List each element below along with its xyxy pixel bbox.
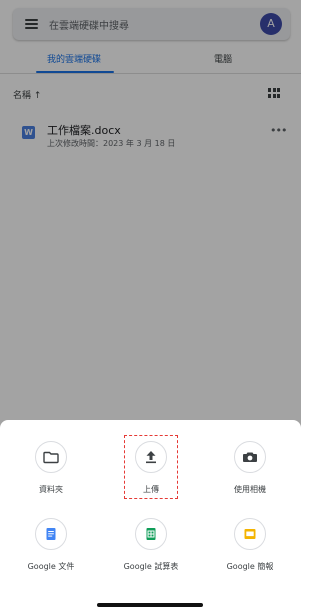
sheets-icon-circle — [135, 518, 167, 550]
sheets-label: Google 試算表 — [123, 562, 179, 571]
camera-label: 使用相機 — [234, 485, 266, 494]
new-google-doc-button[interactable]: Google 文件 — [6, 518, 96, 588]
docs-icon-circle — [35, 518, 67, 550]
docs-label: Google 文件 — [27, 562, 75, 571]
google-docs-icon — [46, 528, 56, 540]
create-new-bottom-sheet: 資料夾 上傳 使用相機 Google 文件 Google 試算表 Google … — [0, 420, 301, 616]
camera-icon — [243, 452, 257, 462]
new-google-sheet-button[interactable]: Google 試算表 — [106, 518, 196, 588]
camera-icon-circle — [234, 441, 266, 473]
google-slides-icon — [244, 529, 256, 539]
new-google-slides-button[interactable]: Google 簡報 — [205, 518, 295, 588]
folder-icon-circle — [35, 441, 67, 473]
create-folder-button[interactable]: 資料夾 — [6, 441, 96, 511]
home-indicator — [97, 603, 203, 607]
folder-label: 資料夾 — [39, 485, 63, 494]
google-sheets-icon — [146, 528, 156, 540]
folder-icon — [43, 451, 59, 464]
upload-highlight-box — [124, 435, 178, 499]
slides-icon-circle — [234, 518, 266, 550]
slides-label: Google 簡報 — [226, 562, 274, 571]
use-camera-button[interactable]: 使用相機 — [205, 441, 295, 511]
